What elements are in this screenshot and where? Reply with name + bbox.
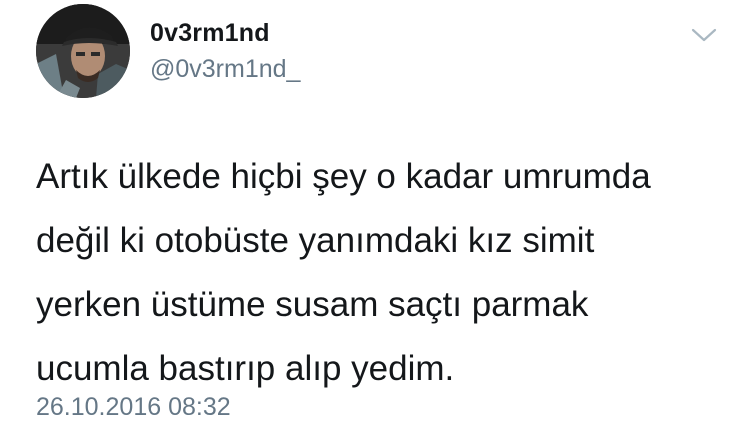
chevron-down-icon[interactable]	[690, 26, 718, 44]
tweet-text-line: yerken üstüme susam saçtı parmak	[36, 285, 589, 324]
avatar-photo	[36, 4, 130, 98]
author-avatar[interactable]	[36, 4, 130, 98]
author-display-name[interactable]: 0v3rm1nd	[150, 19, 270, 48]
tweet-text-line: değil ki otobüste yanımdaki kız simit	[36, 221, 595, 260]
tweet-card: 0v3rm1nd @0v3rm1nd_ Artık ülkede hiçbi ş…	[0, 0, 750, 444]
author-handle[interactable]: @0v3rm1nd_	[150, 55, 300, 84]
tweet-text-line: Artık ülkede hiçbi şey o kadar umrumda	[36, 157, 651, 196]
tweet-text: Artık ülkede hiçbi şey o kadar umrumda d…	[36, 145, 726, 401]
tweet-text-line: ucumla bastırıp alıp yedim.	[36, 349, 455, 388]
tweet-timestamp[interactable]: 26.10.2016 08:32	[36, 393, 231, 422]
